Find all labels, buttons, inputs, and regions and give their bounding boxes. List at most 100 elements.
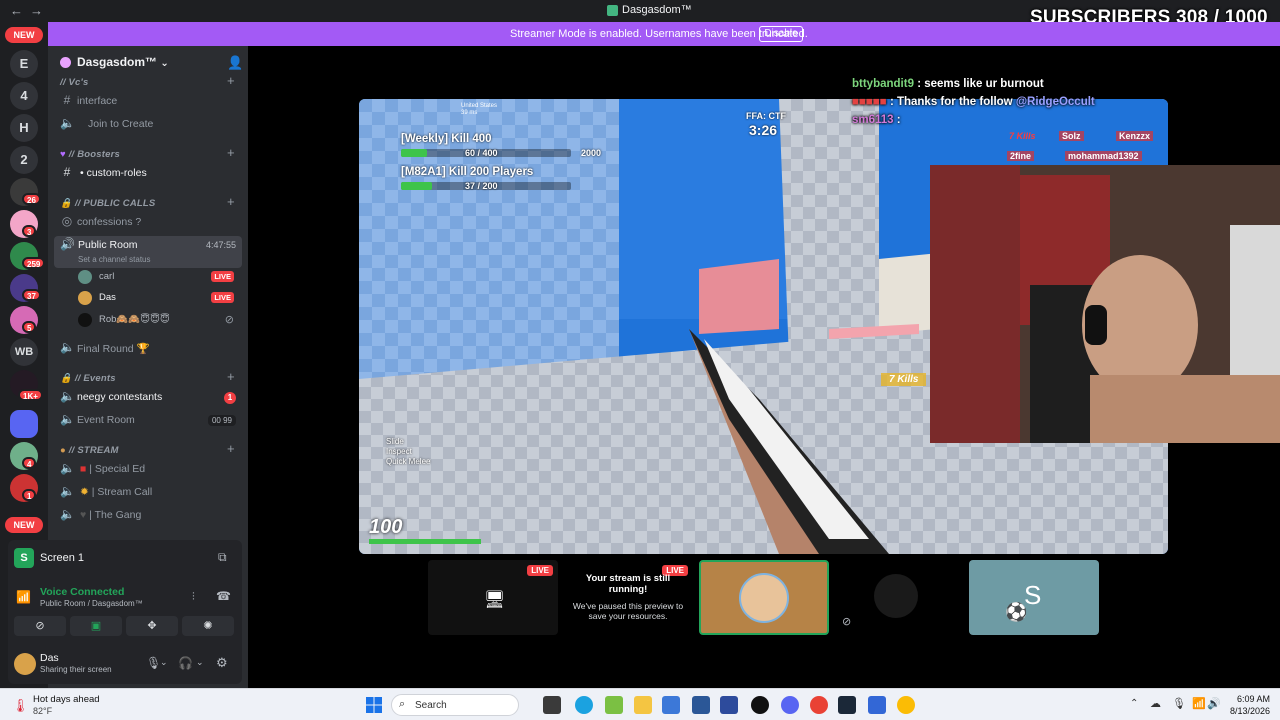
outlook-icon[interactable] xyxy=(662,696,680,714)
category-vcs[interactable]: // Vc's xyxy=(60,77,88,88)
chevron-down-icon[interactable]: ⌄ xyxy=(196,657,204,668)
participant-tile-das[interactable] xyxy=(699,560,829,635)
channel-stream-call[interactable]: 🔈 ✹ | Stream Call xyxy=(60,483,242,503)
camera-off-button[interactable]: ⊘ xyxy=(14,616,66,636)
channel-public-room[interactable]: 🔊 Public Room 4:47:55 Set a channel stat… xyxy=(54,236,242,268)
weather-temp[interactable]: 82°F xyxy=(33,706,52,716)
category-events[interactable]: 🔒 // Events xyxy=(60,373,116,384)
channel-final-round[interactable]: 🔈 Final Round 🏆 xyxy=(60,339,242,359)
lock-icon: 🔒 xyxy=(60,373,73,384)
chrome-icon[interactable] xyxy=(897,696,915,714)
weather-title[interactable]: Hot days ahead xyxy=(33,694,100,705)
channel-neegy-contestants[interactable]: 🔈 neegy contestants 1 xyxy=(60,388,242,408)
avatar[interactable] xyxy=(14,653,36,675)
disconnect-icon[interactable]: ☎ xyxy=(216,589,231,603)
channel-join-to-create[interactable]: 🔈 Join to Create xyxy=(60,115,242,135)
server-4[interactable]: 4 xyxy=(10,82,38,110)
gear-icon[interactable]: ⚙ xyxy=(216,655,228,671)
killfeed-player: 2fine xyxy=(1007,151,1035,161)
discord-icon[interactable] xyxy=(781,696,799,714)
channel-interface[interactable]: # interface xyxy=(60,92,242,112)
forward-icon[interactable]: → xyxy=(30,3,43,18)
app-icon[interactable] xyxy=(868,696,886,714)
killfeed-player: Solz xyxy=(1059,131,1084,141)
back-icon[interactable]: ← xyxy=(10,3,23,18)
obs-icon[interactable] xyxy=(751,696,769,714)
category-boosters[interactable]: ♥ // Boosters xyxy=(60,149,120,160)
voice-status[interactable]: Voice Connected xyxy=(40,586,124,598)
server-wb[interactable]: WB xyxy=(10,338,38,366)
add-channel-icon[interactable]: + xyxy=(227,73,235,88)
headphones-icon[interactable]: 🎧 xyxy=(178,656,193,670)
chat-username: bttybandit9 xyxy=(852,78,914,90)
steam-icon[interactable] xyxy=(838,696,856,714)
category-public-calls[interactable]: 🔒 // PUBLIC CALLS xyxy=(60,198,155,209)
voice-user-das[interactable]: Das LIVE xyxy=(78,289,238,307)
category-stream[interactable]: ● // STREAM xyxy=(60,445,119,456)
wifi-icon[interactable]: 📶 xyxy=(1192,697,1206,710)
windows-start-icon[interactable] xyxy=(366,697,382,713)
participant-tile-rob[interactable]: ⊘ xyxy=(834,560,964,635)
activities-button[interactable]: ✥ xyxy=(126,616,178,636)
speaker-icon: 🔈 xyxy=(60,412,75,426)
server-e[interactable]: E xyxy=(10,50,38,78)
add-channel-icon[interactable]: + xyxy=(227,369,235,384)
add-channel-icon[interactable]: + xyxy=(227,441,235,456)
streamer-mode-banner: Streamer Mode is enabled. Usernames have… xyxy=(48,22,1280,46)
participant-tile-screen[interactable]: LIVE 🖥 xyxy=(428,560,558,635)
microphone-icon[interactable]: 🎙 xyxy=(146,656,161,670)
channel-label: Final Round 🏆 xyxy=(77,343,150,355)
add-channel-icon[interactable]: + xyxy=(227,145,235,160)
channel-the-gang[interactable]: 🔈 ♥ | The Gang xyxy=(60,506,242,526)
task-view-icon[interactable] xyxy=(543,696,561,714)
chevron-up-icon[interactable]: ⌃ xyxy=(1130,698,1138,709)
avatar xyxy=(78,313,92,327)
voice-user-carl[interactable]: carl LIVE xyxy=(78,268,238,286)
voice-location[interactable]: Public Room / Dasgasdom™ xyxy=(40,599,143,608)
channel-label: • custom-roles xyxy=(80,167,147,179)
server-2[interactable]: 2 xyxy=(10,146,38,174)
add-channel-icon[interactable]: + xyxy=(227,194,235,209)
chevron-down-icon[interactable]: ⌄ xyxy=(160,657,168,668)
server-h[interactable]: H xyxy=(10,114,38,142)
soccer-ball-icon: ⚽ xyxy=(1005,602,1028,622)
ea-icon[interactable] xyxy=(720,696,738,714)
file-explorer-icon[interactable] xyxy=(634,696,652,714)
participant-tile-paused[interactable]: LIVE Your stream is still running! We've… xyxy=(563,560,693,635)
cloud-icon[interactable]: ☁ xyxy=(1150,697,1161,710)
avatar xyxy=(78,270,92,284)
voice-user-rob[interactable]: Rob🙈🙈😇😇😇 ⊘ xyxy=(78,311,238,329)
server-name-header[interactable]: Dasgasdom™ ⌄ xyxy=(77,55,169,69)
taskbar-search-box[interactable] xyxy=(391,694,519,716)
share-screen-button[interactable]: ▣ xyxy=(70,616,122,636)
clock-date[interactable]: 8/13/2026 xyxy=(1218,706,1270,716)
noise-suppression-icon[interactable]: ⫶ xyxy=(192,591,195,604)
chat-text: : xyxy=(896,114,901,126)
channel-event-room[interactable]: 🔈 Event Room 00 99 xyxy=(60,411,242,431)
chevron-down-icon: ⌄ xyxy=(160,58,169,69)
edge-icon[interactable] xyxy=(575,696,593,714)
progress-fill xyxy=(401,182,433,190)
server-unread-badge: 37 xyxy=(22,289,41,301)
category-label: // Events xyxy=(74,373,116,384)
live-badge: LIVE xyxy=(211,292,234,303)
app-icon[interactable] xyxy=(692,696,710,714)
microphone-icon[interactable]: 🎙 xyxy=(1172,697,1186,710)
channel-confessions[interactable]: ◎ confessions ? xyxy=(60,213,242,233)
server-folder[interactable] xyxy=(10,410,38,438)
clock-time[interactable]: 6:09 AM xyxy=(1228,694,1270,704)
store-icon[interactable] xyxy=(605,696,623,714)
participant-tile-carl[interactable]: S ⚽ xyxy=(969,560,1099,635)
popout-icon[interactable]: ⧉ xyxy=(218,550,227,565)
channel-status[interactable]: Set a channel status xyxy=(78,255,151,264)
soundboard-button[interactable]: ✺ xyxy=(182,616,234,636)
channel-custom-roles[interactable]: # • custom-roles xyxy=(60,164,242,184)
disable-streamer-mode-button[interactable]: Disable xyxy=(759,26,803,42)
signal-icon[interactable]: 📶 xyxy=(16,590,31,604)
channel-special-ed[interactable]: 🔈 ■ | Special Ed xyxy=(60,460,242,480)
weather-icon[interactable]: 🌡 xyxy=(12,698,29,714)
user-status: Sharing their screen xyxy=(40,665,112,674)
chrome-icon[interactable] xyxy=(810,696,828,714)
invite-people-icon[interactable]: 👤 xyxy=(227,55,243,71)
control-hint: Quick Melee xyxy=(386,457,431,466)
